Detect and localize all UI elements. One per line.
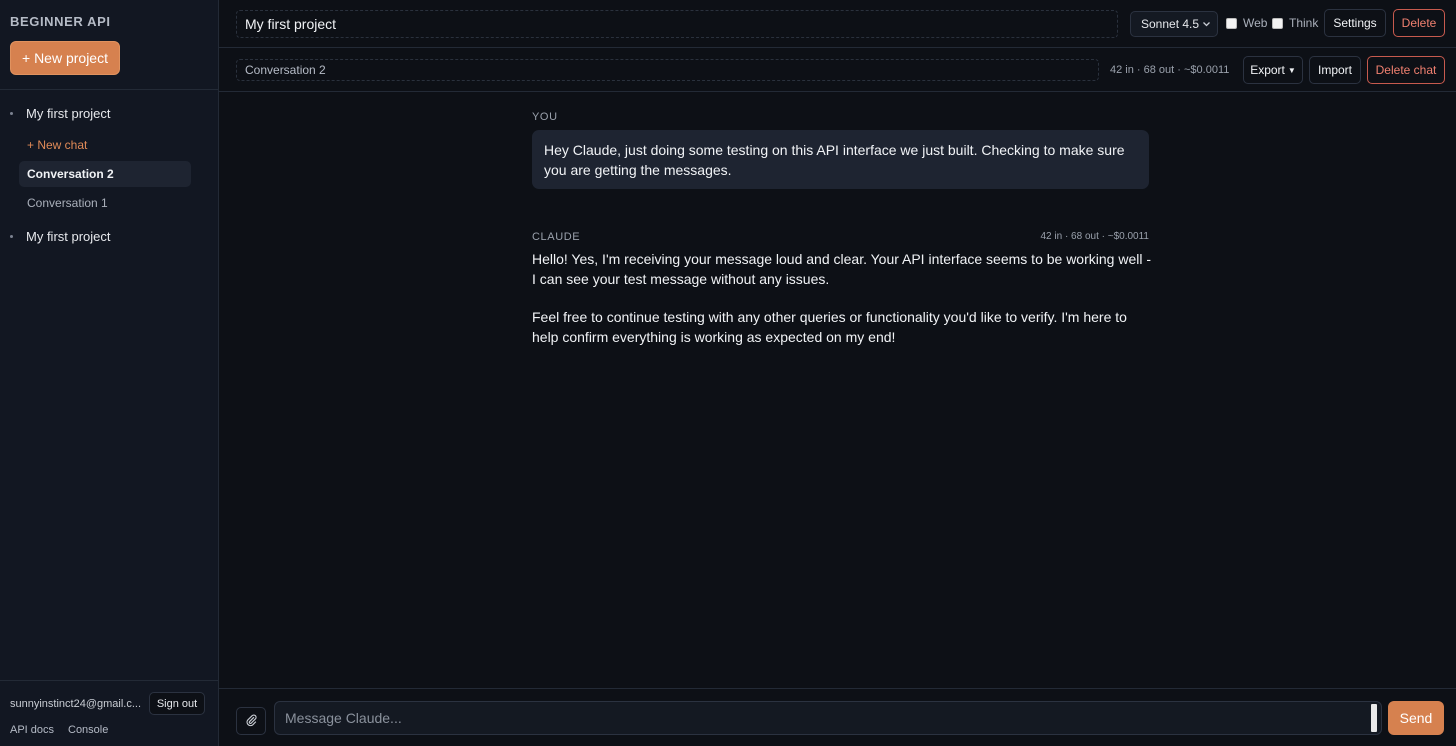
new-project-button[interactable]: + New project bbox=[10, 41, 120, 75]
chevron-down-icon bbox=[1202, 18, 1211, 33]
import-button[interactable]: Import bbox=[1309, 56, 1361, 84]
new-chat-button[interactable]: + New chat bbox=[27, 138, 87, 152]
assistant-role-label: CLAUDE bbox=[532, 231, 581, 243]
export-button[interactable]: Export ▼ bbox=[1243, 56, 1303, 84]
project-title-input[interactable] bbox=[236, 10, 1118, 38]
caret-down-icon: ▼ bbox=[1287, 65, 1296, 75]
sidebar-project-2[interactable]: My first project bbox=[10, 226, 111, 246]
assistant-paragraph: Hello! Yes, I'm receiving your message l… bbox=[532, 251, 1152, 287]
api-docs-link[interactable]: API docs bbox=[10, 724, 54, 736]
message-input[interactable] bbox=[274, 701, 1382, 735]
think-label: Think bbox=[1289, 16, 1319, 30]
conversation-title: Conversation 1 bbox=[27, 196, 108, 210]
web-toggle[interactable]: Web bbox=[1226, 16, 1267, 30]
user-message: Hey Claude, just doing some testing on t… bbox=[532, 130, 1149, 189]
think-toggle[interactable]: Think bbox=[1272, 16, 1318, 30]
usage-stat: 42 in · 68 out · ~$0.0011 bbox=[1110, 64, 1230, 76]
assistant-paragraph: Feel free to continue testing with any o… bbox=[532, 309, 1127, 345]
sidebar-conversation-2[interactable]: Conversation 2 bbox=[19, 161, 191, 187]
brand-title: BEGINNER API bbox=[10, 14, 111, 29]
send-button[interactable]: Send bbox=[1388, 701, 1444, 735]
model-select-value: Sonnet 4.5 bbox=[1141, 17, 1200, 31]
project-name: My first project bbox=[26, 105, 111, 121]
project-name: My first project bbox=[26, 228, 111, 244]
sidebar-divider bbox=[0, 89, 218, 90]
conversation-title: Conversation 2 bbox=[27, 167, 114, 181]
delete-chat-button[interactable]: Delete chat bbox=[1367, 56, 1445, 84]
sidebar: BEGINNER API + New project My first proj… bbox=[0, 0, 219, 746]
sidebar-project-1[interactable]: My first project bbox=[10, 103, 111, 123]
user-email: sunnyinstinct24@gmail.c... bbox=[10, 698, 142, 710]
web-checkbox[interactable] bbox=[1226, 17, 1237, 29]
export-label: Export bbox=[1250, 63, 1285, 77]
bullet-icon bbox=[10, 111, 13, 115]
bullet-icon bbox=[10, 234, 13, 238]
conversation-title-input[interactable] bbox=[236, 59, 1099, 81]
model-select[interactable]: Sonnet 4.5 bbox=[1130, 11, 1218, 37]
app-root: BEGINNER API + New project My first proj… bbox=[0, 0, 1456, 746]
user-role-label: YOU bbox=[532, 111, 558, 123]
composer: Send bbox=[219, 688, 1456, 746]
top-bar: Sonnet 4.5 Web Think Settings Delete bbox=[219, 0, 1456, 48]
sidebar-conversation-1[interactable]: Conversation 1 bbox=[19, 190, 191, 216]
message-usage-meta: 42 in · 68 out · ~$0.0011 bbox=[1040, 231, 1149, 242]
input-resize-handle[interactable] bbox=[1369, 702, 1379, 734]
sidebar-footer-divider bbox=[0, 680, 218, 681]
sign-out-button[interactable]: Sign out bbox=[149, 692, 205, 715]
conversation-bar: 42 in · 68 out · ~$0.0011 Export ▼ Impor… bbox=[219, 49, 1456, 92]
settings-button[interactable]: Settings bbox=[1324, 9, 1386, 37]
main-panel: Sonnet 4.5 Web Think Settings Delete 42 … bbox=[219, 0, 1456, 746]
delete-project-button[interactable]: Delete bbox=[1393, 9, 1445, 37]
web-label: Web bbox=[1243, 16, 1268, 30]
console-link[interactable]: Console bbox=[68, 724, 108, 736]
paperclip-icon bbox=[244, 713, 258, 730]
attach-button[interactable] bbox=[236, 707, 266, 735]
think-checkbox[interactable] bbox=[1272, 17, 1283, 29]
